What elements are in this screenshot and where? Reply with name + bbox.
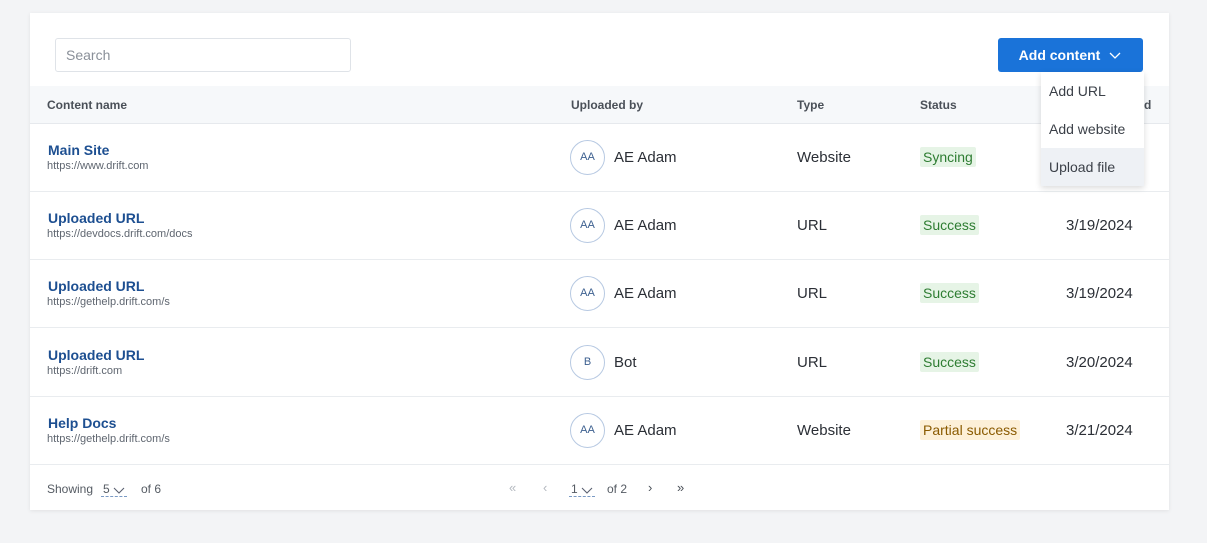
chevron-right-icon[interactable]: › bbox=[648, 480, 652, 495]
content-url: https://www.drift.com bbox=[47, 160, 149, 172]
total-pages: of 2 bbox=[607, 482, 628, 496]
chevron-down-icon bbox=[581, 487, 593, 494]
double-chevron-right-icon[interactable]: » bbox=[677, 480, 684, 495]
uploader-name: AE Adam bbox=[614, 285, 677, 302]
status-badge: Success bbox=[920, 352, 979, 372]
avatar: AA bbox=[570, 413, 605, 448]
chevron-down-icon bbox=[113, 487, 125, 494]
table-row[interactable]: Uploaded URL https://drift.com B Bot URL… bbox=[30, 329, 1169, 397]
chevron-down-icon bbox=[1109, 52, 1121, 59]
status-badge: Syncing bbox=[920, 147, 976, 167]
content-type: Website bbox=[797, 422, 851, 439]
content-url: https://gethelp.drift.com/s bbox=[47, 296, 170, 308]
header-type[interactable]: Type bbox=[797, 98, 824, 112]
uploader-name: AE Adam bbox=[614, 422, 677, 439]
upload-date: 3/19/2024 bbox=[1066, 285, 1133, 302]
content-name-link[interactable]: Uploaded URL bbox=[48, 210, 144, 226]
current-page: 1 bbox=[571, 482, 578, 496]
status-badge: Partial success bbox=[920, 420, 1021, 440]
content-name-link[interactable]: Uploaded URL bbox=[48, 347, 144, 363]
status-badge: Success bbox=[920, 283, 979, 303]
content-type: Website bbox=[797, 149, 851, 166]
page-select[interactable]: 1 bbox=[569, 482, 596, 497]
menu-item-add-website[interactable]: Add website bbox=[1041, 110, 1144, 148]
add-content-button[interactable]: Add content bbox=[998, 38, 1143, 72]
avatar: AA bbox=[570, 276, 605, 311]
header-date[interactable]: d bbox=[1144, 98, 1151, 112]
avatar: AA bbox=[570, 208, 605, 243]
upload-date: 3/20/2024 bbox=[1066, 354, 1133, 371]
header-status[interactable]: Status bbox=[920, 98, 957, 112]
table-row[interactable]: Main Site https://www.drift.com AA AE Ad… bbox=[30, 124, 1169, 192]
uploader-name: AE Adam bbox=[614, 149, 677, 166]
upload-date: 3/19/2024 bbox=[1066, 217, 1133, 234]
content-type: URL bbox=[797, 217, 828, 234]
add-content-menu: Add URL Add website Upload file bbox=[1041, 72, 1144, 186]
uploader-name: Bot bbox=[614, 354, 637, 371]
header-content-name[interactable]: Content name bbox=[47, 98, 127, 112]
uploader-name: AE Adam bbox=[614, 217, 677, 234]
avatar: AA bbox=[570, 140, 605, 175]
table-row[interactable]: Uploaded URL https://gethelp.drift.com/s… bbox=[30, 260, 1169, 328]
content-name-link[interactable]: Main Site bbox=[48, 142, 109, 158]
total-count: of 6 bbox=[141, 482, 162, 496]
content-card: Add content Add URL Add website Upload f… bbox=[30, 13, 1169, 510]
content-type: URL bbox=[797, 285, 828, 302]
content-type: URL bbox=[797, 354, 828, 371]
content-url: https://drift.com bbox=[47, 365, 123, 377]
chevron-left-icon[interactable]: ‹ bbox=[543, 480, 547, 495]
showing-label: Showing bbox=[47, 482, 94, 496]
table-row[interactable]: Uploaded URL https://devdocs.drift.com/d… bbox=[30, 192, 1169, 260]
avatar: B bbox=[570, 345, 605, 380]
header-uploaded-by[interactable]: Uploaded by bbox=[571, 98, 643, 112]
page-size-value: 5 bbox=[103, 482, 110, 496]
table-footer: Showing 5 of 6 « ‹ 1 of 2 › » bbox=[30, 468, 1169, 508]
search-input[interactable] bbox=[55, 38, 351, 72]
content-url: https://devdocs.drift.com/docs bbox=[47, 228, 193, 240]
menu-item-add-url[interactable]: Add URL bbox=[1041, 72, 1144, 110]
page-size-select[interactable]: 5 bbox=[101, 482, 128, 497]
add-content-label: Add content bbox=[1018, 47, 1101, 63]
table-header: Content name Uploaded by Type Status d bbox=[30, 86, 1169, 124]
upload-date: 3/21/2024 bbox=[1066, 422, 1133, 439]
menu-item-upload-file[interactable]: Upload file bbox=[1041, 148, 1144, 186]
status-badge: Success bbox=[920, 215, 979, 235]
double-chevron-left-icon[interactable]: « bbox=[509, 480, 516, 495]
content-name-link[interactable]: Help Docs bbox=[48, 415, 116, 431]
table-row[interactable]: Help Docs https://gethelp.drift.com/s AA… bbox=[30, 397, 1169, 465]
content-name-link[interactable]: Uploaded URL bbox=[48, 278, 144, 294]
content-url: https://gethelp.drift.com/s bbox=[47, 433, 170, 445]
